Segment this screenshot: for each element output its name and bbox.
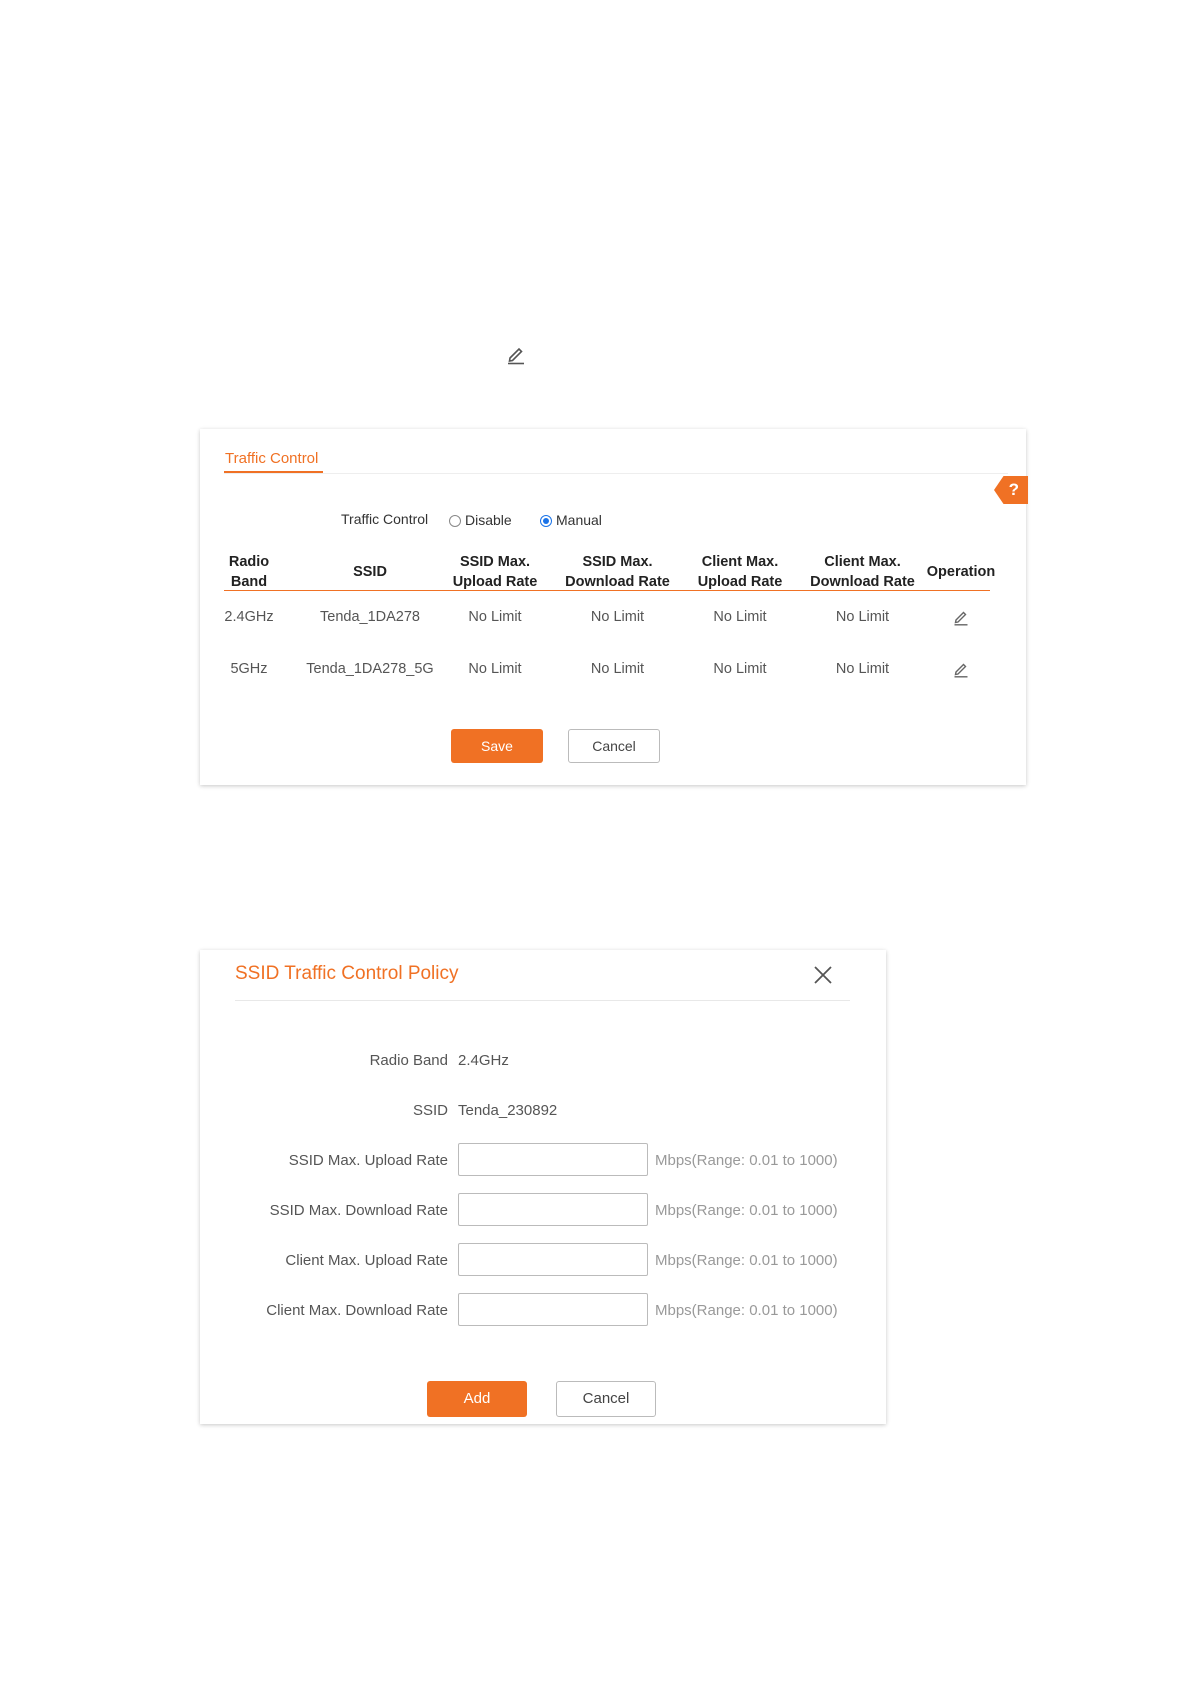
radio-band-label: Radio Band (369, 1052, 448, 1069)
radio-disable[interactable] (449, 515, 461, 527)
col-header-line: Client Max. (701, 554, 779, 570)
field-label: Client Max. Upload Rate (285, 1252, 448, 1269)
ssid-label: SSID (412, 1102, 448, 1119)
col-header-line: Upload Rate (452, 574, 538, 590)
col-header-operation: Operation (918, 562, 1004, 582)
close-icon[interactable] (812, 964, 834, 986)
radio-band-value: 2.4GHz (458, 1052, 509, 1069)
col-header-ssid: SSID (300, 562, 440, 582)
cell-ssid: Tenda_1DA278_5G (306, 661, 434, 677)
field-range-hint: Mbps(Range: 0.01 to 1000) (655, 1152, 838, 1169)
cell-client-max-download: No Limit (835, 661, 890, 677)
cell-ssid-max-download: No Limit (590, 609, 645, 625)
help-icon: ? (1008, 480, 1019, 499)
col-header-line: SSID Max. (582, 554, 653, 570)
col-header-line: Upload Rate (697, 574, 783, 590)
cancel-button[interactable]: Cancel (568, 729, 660, 763)
cell-client-max-upload: No Limit (713, 661, 767, 677)
edit-icon[interactable] (952, 660, 970, 678)
cell-radio-band: 2.4GHz (224, 609, 274, 625)
cell-radio-band: 5GHz (230, 661, 268, 677)
col-header-ssid-max-download: SSID Max. Download Rate (555, 552, 680, 592)
col-header-radio-band: Radio Band (214, 552, 284, 592)
cell-client-max-download: No Limit (835, 609, 890, 625)
col-header-client-max-upload: Client Max. Upload Rate (685, 552, 795, 592)
add-button[interactable]: Add (427, 1381, 527, 1417)
tab-divider (224, 473, 1008, 474)
traffic-control-mode-label: Traffic Control (341, 511, 429, 527)
ssid-max-download-input[interactable] (458, 1193, 648, 1226)
field-range-hint: Mbps(Range: 0.01 to 1000) (655, 1302, 838, 1319)
ssid-value: Tenda_230892 (458, 1102, 558, 1119)
ssid-traffic-control-policy-dialog: SSID Traffic Control Policy Radio Band 2… (200, 950, 886, 1424)
table-header-divider (224, 590, 990, 591)
col-header-line: SSID Max. (459, 554, 531, 570)
cell-ssid: Tenda_1DA278 (320, 609, 420, 625)
client-max-download-input[interactable] (458, 1293, 648, 1326)
client-max-upload-input[interactable] (458, 1243, 648, 1276)
col-header-line: Operation (926, 564, 996, 580)
col-header-line: Band (230, 574, 268, 590)
col-header-line: Client Max. (824, 554, 901, 570)
field-range-hint: Mbps(Range: 0.01 to 1000) (655, 1202, 838, 1219)
col-header-line: Download Rate (810, 574, 915, 590)
col-header-line: Download Rate (565, 574, 670, 590)
field-label: SSID Max. Upload Rate (288, 1152, 448, 1169)
radio-disable-label[interactable]: Disable (465, 512, 512, 528)
cell-ssid-max-upload: No Limit (468, 609, 522, 625)
help-button[interactable]: ? (994, 476, 1028, 504)
traffic-control-panel: Traffic Control ? Traffic Control Disabl… (200, 429, 1028, 785)
dialog-title: SSID Traffic Control Policy (235, 963, 459, 984)
cell-client-max-upload: No Limit (713, 609, 767, 625)
col-header-ssid-max-upload: SSID Max. Upload Rate (440, 552, 550, 592)
cancel-button[interactable]: Cancel (556, 1381, 656, 1417)
field-range-hint: Mbps(Range: 0.01 to 1000) (655, 1252, 838, 1269)
edit-icon[interactable] (952, 608, 970, 626)
radio-manual[interactable] (540, 515, 552, 527)
save-button[interactable]: Save (451, 729, 543, 763)
col-header-client-max-download: Client Max. Download Rate (800, 552, 925, 592)
col-header-line: SSID (353, 564, 387, 580)
cell-ssid-max-upload: No Limit (468, 661, 522, 677)
dialog-title-divider (235, 1000, 850, 1001)
field-label: Client Max. Download Rate (266, 1302, 448, 1319)
radio-manual-label[interactable]: Manual (556, 512, 602, 528)
ssid-max-upload-input[interactable] (458, 1143, 648, 1176)
field-label: SSID Max. Download Rate (269, 1202, 448, 1219)
col-header-line: Radio (228, 554, 270, 570)
cell-ssid-max-download: No Limit (590, 661, 645, 677)
tab-traffic-control[interactable]: Traffic Control (225, 450, 318, 467)
pencil-icon (508, 347, 524, 365)
